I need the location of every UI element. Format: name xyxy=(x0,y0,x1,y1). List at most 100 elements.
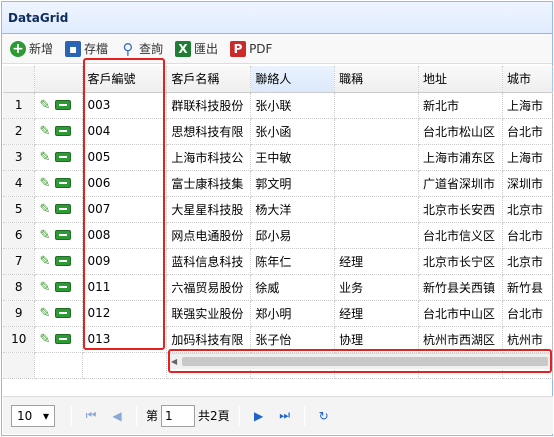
cell-customer-name[interactable]: 蓝科信息科技 xyxy=(166,248,252,275)
cell-address[interactable]: 北京市长安西 xyxy=(418,196,503,223)
row-number[interactable]: 6 xyxy=(3,222,36,249)
cell-contact[interactable]: 张小联 xyxy=(250,92,336,119)
cell-title[interactable]: 经理 xyxy=(334,300,419,327)
row-number[interactable]: 9 xyxy=(3,300,36,327)
cell-title[interactable] xyxy=(334,92,419,119)
column-header-title[interactable]: 職稱 xyxy=(334,66,419,93)
cell-address[interactable]: 台北市信义区 xyxy=(418,222,503,249)
cell-city[interactable]: 上海市 xyxy=(502,144,553,171)
column-header-customer-id[interactable]: 客戶編號 xyxy=(82,66,168,93)
delete-row-icon[interactable] xyxy=(55,256,72,267)
cell-customer-name[interactable]: 上海市科技公 xyxy=(166,144,252,171)
cell-customer-name[interactable]: 富士康科技集 xyxy=(166,170,252,197)
cell-city[interactable]: 北京市 xyxy=(502,248,553,275)
pdf-button[interactable]: P PDF xyxy=(228,38,274,60)
cell-title[interactable]: 业务 xyxy=(334,274,419,301)
row-number[interactable]: 8 xyxy=(3,274,36,301)
column-header-contact[interactable]: 聯絡人 xyxy=(250,66,336,93)
table-row[interactable]: 8 ✎ 011 六福贸易股份 徐威 业务 新竹县关西镇 新竹县 xyxy=(3,274,553,301)
delete-row-icon[interactable] xyxy=(55,178,72,189)
cell-address[interactable]: 台北市松山区 xyxy=(418,118,503,145)
cell-city[interactable]: 北京市 xyxy=(502,196,553,223)
cell-contact[interactable]: 郑小明 xyxy=(250,300,336,327)
row-number[interactable]: 5 xyxy=(3,196,36,223)
cell-customer-id[interactable]: 012 xyxy=(82,300,168,327)
edit-pencil-icon[interactable]: ✎ xyxy=(39,150,53,165)
table-row[interactable]: 10 ✎ 013 加码科技有限 张子怡 协理 杭州市西湖区 杭州市 xyxy=(3,326,553,353)
cell-city[interactable]: 新竹县 xyxy=(502,274,553,301)
delete-row-icon[interactable] xyxy=(55,230,72,241)
cell-customer-name[interactable]: 网点电通股份 xyxy=(166,222,252,249)
next-page-button[interactable]: ▶ xyxy=(248,405,270,427)
page-size-select[interactable]: 10 ▾ xyxy=(11,404,55,427)
first-page-button[interactable]: ⏮ xyxy=(80,405,102,427)
cell-address[interactable]: 上海市浦东区 xyxy=(418,144,503,171)
cell-address[interactable]: 北京市长宁区 xyxy=(418,248,503,275)
cell-customer-id[interactable]: 008 xyxy=(82,222,168,249)
delete-row-icon[interactable] xyxy=(55,308,72,319)
column-header-address[interactable]: 地址 xyxy=(418,66,503,93)
edit-pencil-icon[interactable]: ✎ xyxy=(39,124,53,139)
cell-customer-id[interactable]: 003 xyxy=(82,92,168,119)
edit-pencil-icon[interactable]: ✎ xyxy=(39,254,53,269)
cell-contact[interactable]: 张小函 xyxy=(250,118,336,145)
cell-title[interactable] xyxy=(334,196,419,223)
edit-pencil-icon[interactable]: ✎ xyxy=(39,306,53,321)
cell-city[interactable]: 台北市 xyxy=(502,222,553,249)
cell-customer-id[interactable]: 011 xyxy=(82,274,168,301)
table-row[interactable]: 3 ✎ 005 上海市科技公 王中敏 上海市浦东区 上海市 xyxy=(3,144,553,171)
table-row[interactable]: 4 ✎ 006 富士康科技集 郭文明 广道省深圳市 深圳市 xyxy=(3,170,553,197)
delete-row-icon[interactable] xyxy=(55,334,72,345)
row-number[interactable]: 7 xyxy=(3,248,36,275)
refresh-button[interactable]: ↻ xyxy=(313,405,335,427)
table-row[interactable]: 6 ✎ 008 网点电通股份 邱小易 台北市信义区 台北市 xyxy=(3,222,553,249)
cell-customer-name[interactable]: 大星星科技股 xyxy=(166,196,252,223)
delete-row-icon[interactable] xyxy=(55,100,72,111)
cell-city[interactable]: 台北市 xyxy=(502,300,553,327)
table-row[interactable]: 5 ✎ 007 大星星科技股 杨大洋 北京市长安西 北京市 xyxy=(3,196,553,223)
cell-title[interactable]: 经理 xyxy=(334,248,419,275)
cell-title[interactable] xyxy=(334,170,419,197)
cell-customer-id[interactable]: 004 xyxy=(82,118,168,145)
cell-customer-name[interactable]: 思想科技有限 xyxy=(166,118,252,145)
cell-contact[interactable]: 杨大洋 xyxy=(250,196,336,223)
row-number[interactable]: 2 xyxy=(3,118,36,145)
cell-title[interactable] xyxy=(334,144,419,171)
cell-customer-id[interactable]: 013 xyxy=(82,326,168,353)
delete-row-icon[interactable] xyxy=(55,282,72,293)
cell-address[interactable]: 台北市中山区 xyxy=(418,300,503,327)
export-excel-button[interactable]: X 匯出 xyxy=(173,38,220,60)
table-row[interactable]: 7 ✎ 009 蓝科信息科技 陈年仁 经理 北京市长宁区 北京市 xyxy=(3,248,553,275)
cell-contact[interactable]: 陈年仁 xyxy=(250,248,336,275)
table-row[interactable]: 9 ✎ 012 联强实业股份 郑小明 经理 台北市中山区 台北市 xyxy=(3,300,553,327)
cell-contact[interactable]: 王中敏 xyxy=(250,144,336,171)
edit-pencil-icon[interactable]: ✎ xyxy=(39,332,53,347)
cell-contact[interactable]: 郭文明 xyxy=(250,170,336,197)
edit-pencil-icon[interactable]: ✎ xyxy=(39,176,53,191)
save-button[interactable]: ▪ 存檔 xyxy=(63,38,110,60)
prev-page-button[interactable]: ◀ xyxy=(106,405,128,427)
cell-address[interactable]: 新北市 xyxy=(418,92,503,119)
cell-title[interactable] xyxy=(334,222,419,249)
cell-address[interactable]: 广道省深圳市 xyxy=(418,170,503,197)
column-header-customer-name[interactable]: 客戶名稱 xyxy=(166,66,252,93)
cell-customer-name[interactable]: 加码科技有限 xyxy=(166,326,252,353)
cell-customer-name[interactable]: 群联科技股份 xyxy=(166,92,252,119)
cell-contact[interactable]: 张子怡 xyxy=(250,326,336,353)
cell-title[interactable]: 协理 xyxy=(334,326,419,353)
current-page-input[interactable]: 1 xyxy=(161,404,196,427)
cell-city[interactable]: 台北市 xyxy=(502,118,553,145)
scroll-left-arrow-icon[interactable]: ◀ xyxy=(171,357,177,366)
table-row[interactable]: 1 ✎ 003 群联科技股份 张小联 新北市 上海市 xyxy=(3,92,553,119)
table-row[interactable]: 2 ✎ 004 思想科技有限 张小函 台北市松山区 台北市 xyxy=(3,118,553,145)
cell-title[interactable] xyxy=(334,118,419,145)
edit-pencil-icon[interactable]: ✎ xyxy=(39,228,53,243)
cell-contact[interactable]: 邱小易 xyxy=(250,222,336,249)
cell-customer-id[interactable]: 006 xyxy=(82,170,168,197)
last-page-button[interactable]: ⏭ xyxy=(274,405,296,427)
row-number[interactable]: 10 xyxy=(3,326,36,353)
cell-contact[interactable]: 徐威 xyxy=(250,274,336,301)
row-number[interactable]: 4 xyxy=(3,170,36,197)
cell-address[interactable]: 杭州市西湖区 xyxy=(418,326,503,353)
cell-city[interactable]: 杭州市 xyxy=(502,326,553,353)
